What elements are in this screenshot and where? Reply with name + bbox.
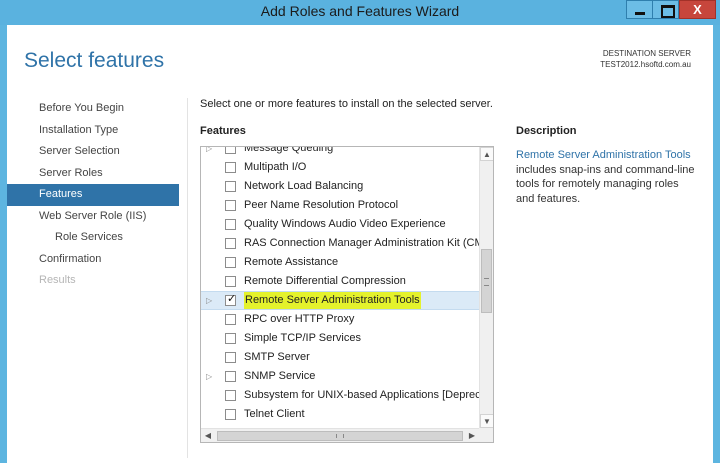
scroll-down-icon[interactable]: ▼ [480,414,493,428]
feature-row-peer-name-resolution[interactable]: Peer Name Resolution Protocol [201,196,479,215]
feature-label: RPC over HTTP Proxy [244,313,355,325]
checkbox[interactable] [225,390,236,401]
feature-label: Multipath I/O [244,161,307,173]
wizard-client: Select features DESTINATION SERVER TEST2… [7,25,713,463]
feature-label: SNMP Service [244,370,316,382]
horizontal-scrollbar[interactable]: ◀ ▶ [201,428,479,442]
description-label: Description [516,125,577,137]
title-bar: Add Roles and Features Wizard X [0,0,720,25]
checkbox[interactable] [225,147,236,154]
destination-server-name: TEST2012.hsoftd.com.au [600,60,691,69]
expand-icon[interactable]: ▷ [206,367,214,386]
checkbox[interactable] [225,409,236,420]
checkbox[interactable] [225,181,236,192]
feature-label: Quality Windows Audio Video Experience [244,218,446,230]
description-text: Remote Server Administration Tools inclu… [516,148,696,206]
feature-row-remote-differential-compression[interactable]: Remote Differential Compression [201,272,479,291]
maximize-button[interactable] [652,0,679,19]
features-rows: ▷ Message Queuing Multipath I/O Network … [201,147,479,428]
window-title: Add Roles and Features Wizard [260,3,460,19]
checkbox[interactable] [225,276,236,287]
feature-row-network-load-balancing[interactable]: Network Load Balancing [201,177,479,196]
nav-item-features[interactable]: Features [7,184,179,206]
nav-divider [187,98,188,458]
expand-icon[interactable]: ▷ [206,292,214,309]
feature-label: Message Queuing [244,147,334,154]
feature-row-qwave[interactable]: Quality Windows Audio Video Experience [201,215,479,234]
feature-label: Network Load Balancing [244,180,364,192]
expand-icon[interactable]: ▷ [206,147,214,158]
feature-label: SMTP Server [244,351,310,363]
nav-item-server-selection[interactable]: Server Selection [7,141,179,163]
feature-label: Subsystem for UNIX-based Applications [D… [244,389,479,401]
instruction-text: Select one or more features to install o… [200,98,493,110]
nav-item-server-roles[interactable]: Server Roles [7,163,179,185]
close-button[interactable]: X [679,0,716,19]
feature-row-sua[interactable]: Subsystem for UNIX-based Applications [D… [201,386,479,405]
wizard-nav: Before You Begin Installation Type Serve… [7,98,179,292]
feature-row-rsat[interactable]: ▷ ✓ Remote Server Administration Tools [201,291,479,310]
destination-label: DESTINATION SERVER [602,49,691,58]
checkbox[interactable] [225,333,236,344]
features-list[interactable]: ▷ Message Queuing Multipath I/O Network … [200,146,494,443]
checkbox[interactable] [225,200,236,211]
feature-row-simple-tcpip[interactable]: Simple TCP/IP Services [201,329,479,348]
feature-label: Remote Server Administration Tools [244,292,421,309]
checkbox[interactable] [225,219,236,230]
checkbox[interactable] [225,257,236,268]
feature-row-ras-cmak[interactable]: RAS Connection Manager Administration Ki… [201,234,479,253]
description-link[interactable]: Remote Server Administration Tools [516,149,691,161]
page-title: Select features [24,49,165,72]
feature-label: Telnet Client [244,408,305,420]
scroll-corner [479,428,493,442]
feature-label: Peer Name Resolution Protocol [244,199,399,211]
nav-item-results: Results [39,274,76,286]
checkbox[interactable] [225,314,236,325]
scroll-up-icon[interactable]: ▲ [480,147,493,161]
nav-item-confirmation[interactable]: Confirmation [7,249,179,271]
scroll-left-icon[interactable]: ◀ [201,429,215,442]
feature-row-snmp-service[interactable]: ▷ SNMP Service [201,367,479,386]
minimize-button[interactable] [626,0,653,19]
feature-row-smtp-server[interactable]: SMTP Server [201,348,479,367]
feature-row-multipath-io[interactable]: Multipath I/O [201,158,479,177]
feature-label: Remote Assistance [244,256,339,268]
nav-item-role-services[interactable]: Role Services [7,227,179,249]
scroll-right-icon[interactable]: ▶ [465,429,479,442]
feature-label: Simple TCP/IP Services [244,332,361,344]
feature-row-message-queuing[interactable]: ▷ Message Queuing [201,147,479,158]
checkbox[interactable] [225,238,236,249]
description-body: includes snap-ins and command-line tools… [516,163,695,205]
feature-label: RAS Connection Manager Administration Ki… [244,237,479,249]
checkbox[interactable] [225,162,236,173]
check-icon: ✓ [227,293,237,305]
close-icon: X [693,2,702,17]
nav-item-before-you-begin[interactable]: Before You Begin [7,98,179,120]
checkbox-checked[interactable]: ✓ [225,293,237,306]
feature-row-rpc-over-http[interactable]: RPC over HTTP Proxy [201,310,479,329]
feature-label: Remote Differential Compression [244,275,406,287]
destination-server: DESTINATION SERVER TEST2012.hsoftd.com.a… [600,48,691,70]
horizontal-scroll-thumb[interactable] [217,431,463,441]
nav-item-web-server-role[interactable]: Web Server Role (IIS) [7,206,179,228]
vertical-scroll-thumb[interactable] [481,249,492,313]
feature-row-remote-assistance[interactable]: Remote Assistance [201,253,479,272]
nav-item-installation-type[interactable]: Installation Type [7,120,179,142]
checkbox[interactable] [225,352,236,363]
checkbox[interactable] [225,371,236,382]
feature-row-telnet-client[interactable]: Telnet Client [201,405,479,424]
vertical-scrollbar[interactable]: ▲ ▼ [479,147,493,428]
features-label: Features [200,125,246,137]
